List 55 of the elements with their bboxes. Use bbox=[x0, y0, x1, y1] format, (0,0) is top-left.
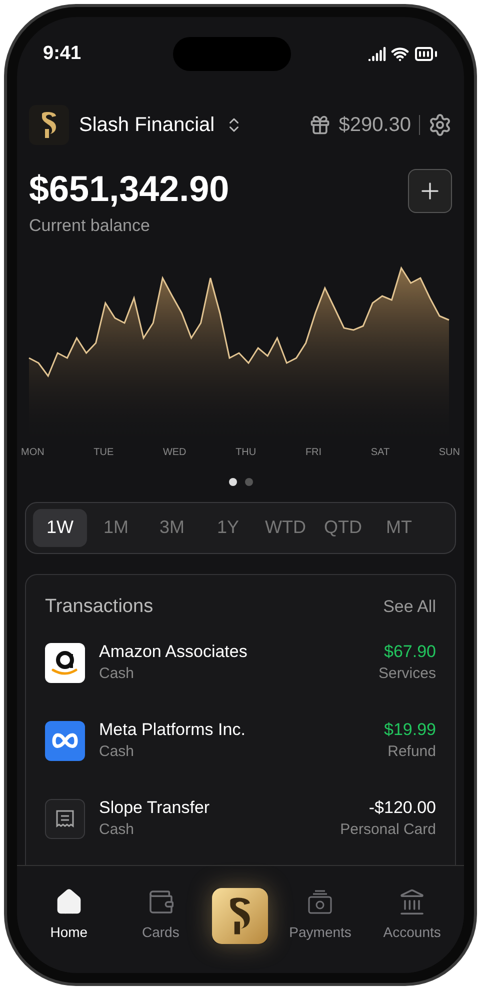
transaction-category: Personal Card bbox=[340, 820, 436, 840]
balance-label: Current balance bbox=[29, 215, 151, 237]
receipt-icon bbox=[45, 799, 85, 839]
day-label: WED bbox=[162, 446, 186, 460]
logo-icon bbox=[212, 888, 268, 944]
center-logo-button[interactable] bbox=[212, 888, 268, 944]
range-tab[interactable]: 3M bbox=[145, 508, 199, 546]
day-label: MON bbox=[21, 446, 44, 460]
day-label: SAT bbox=[370, 446, 390, 460]
camera-icon bbox=[306, 888, 334, 916]
transaction-account: Cash bbox=[99, 664, 136, 684]
logo-icon bbox=[29, 105, 69, 145]
transaction-category: Refund bbox=[388, 742, 436, 762]
transaction-account: Cash bbox=[99, 742, 136, 762]
home-icon bbox=[54, 888, 83, 916]
transaction-category: Services bbox=[378, 664, 436, 684]
range-tab[interactable]: MT bbox=[372, 508, 426, 546]
range-tab[interactable]: 1W bbox=[33, 508, 87, 546]
range-tab[interactable]: 1M bbox=[89, 508, 143, 546]
signal-icon bbox=[368, 45, 386, 63]
settings-icon[interactable] bbox=[428, 113, 452, 137]
transaction-row[interactable]: Slope Transfer Cash -$120.00 Personal Card bbox=[45, 797, 436, 841]
nav-tab[interactable]: Cards bbox=[120, 888, 201, 943]
bank-icon bbox=[398, 888, 426, 916]
day-label: TUE bbox=[94, 446, 114, 460]
organization-switcher[interactable]: Slash Financial bbox=[29, 105, 243, 145]
range-tab[interactable]: 1Y bbox=[201, 508, 255, 546]
see-all-link[interactable]: See All bbox=[383, 594, 436, 620]
gift-icon bbox=[308, 114, 331, 136]
nav-tab[interactable]: Home bbox=[28, 888, 109, 943]
nav-tab[interactable]: Accounts bbox=[372, 888, 452, 943]
transaction-amount: $19.99 bbox=[384, 719, 436, 741]
wifi-icon bbox=[391, 45, 409, 63]
balance-amount: $651,342.90 bbox=[29, 167, 230, 211]
infinity-logo-icon bbox=[45, 721, 85, 761]
transaction-account: Cash bbox=[99, 820, 136, 840]
day-label: SUN bbox=[438, 446, 460, 460]
nav-tab[interactable]: Payments bbox=[280, 888, 360, 943]
rewards-button[interactable]: $290.30 bbox=[308, 110, 411, 140]
range-tab[interactable]: QTD bbox=[316, 508, 370, 546]
transaction-name: Slope Transfer bbox=[99, 797, 211, 819]
transaction-row[interactable]: Meta Platforms Inc. Cash $19.99 Refund bbox=[45, 719, 436, 763]
smile-logo-icon bbox=[45, 643, 85, 683]
add-button[interactable] bbox=[408, 169, 452, 213]
transactions-title: Transactions bbox=[45, 594, 154, 618]
transaction-amount: $67.90 bbox=[384, 641, 436, 663]
transaction-name: Amazon Associates bbox=[99, 641, 248, 663]
day-label: THU bbox=[236, 446, 256, 460]
transaction-amount: -$120.00 bbox=[368, 797, 436, 819]
range-tab[interactable]: WTD bbox=[257, 508, 314, 546]
day-label: FRI bbox=[305, 446, 322, 460]
transaction-row[interactable]: Amazon Associates Cash $67.90 Services bbox=[45, 641, 436, 685]
transaction-name: Meta Platforms Inc. bbox=[99, 719, 246, 741]
wallet-icon bbox=[146, 888, 175, 916]
status-time: 9:41 bbox=[43, 42, 82, 66]
